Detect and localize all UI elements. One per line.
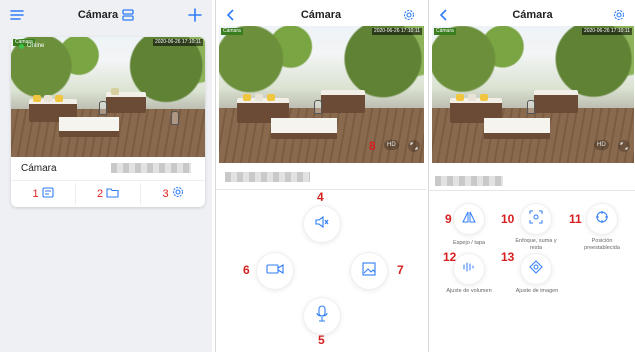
playback-icon (42, 185, 54, 203)
preset-position-label: Posición preestablecida (584, 238, 620, 251)
marker-7: 7 (397, 263, 404, 277)
menu-icon[interactable] (8, 6, 26, 24)
focus-icon (529, 210, 543, 229)
back-icon[interactable] (435, 6, 453, 24)
camera-card[interactable]: Cámara 2020-06-26 17:10:11 Online Cámara… (11, 37, 205, 207)
device-id-blurred (225, 172, 310, 182)
marker-8: 8 (369, 139, 376, 153)
focus-label: Enfoque, suma y resta (515, 238, 557, 251)
snapshot-icon (361, 261, 377, 282)
volume-adjust-icon (462, 260, 476, 278)
mirror-flip-icon (462, 210, 476, 228)
record-video-icon (266, 262, 284, 280)
camera-stamp: Cámara (434, 28, 456, 35)
hd-toggle[interactable]: HD (384, 140, 399, 150)
hd-toggle[interactable]: HD (594, 140, 609, 150)
marker-11: 11 (569, 212, 582, 226)
page-title: Cámara (300, 9, 342, 21)
preset-position-icon (595, 210, 609, 229)
controls-panel: Cámara Cámara 2020-06-26 17:10:11 HD 9 E… (428, 0, 635, 352)
camera-stamp: Cámara (221, 28, 243, 35)
page-title: Cámara (77, 9, 119, 21)
image-adjust-label: Ajuste de imagen (515, 288, 559, 294)
live-video[interactable]: Cámara 2020-06-26 17:10:11 8 HD (219, 26, 424, 163)
marker-10: 10 (501, 212, 515, 226)
marker-9: 9 (445, 212, 452, 226)
marker-13: 13 (501, 250, 515, 264)
snapshot-button[interactable] (351, 253, 387, 289)
mirror-flip-button[interactable] (454, 204, 484, 234)
volume-adjust-label: Ajuste de volumen (446, 288, 492, 294)
online-dot-icon (19, 43, 24, 49)
add-device-icon[interactable] (186, 6, 204, 24)
timestamp: 2020-06-26 17:10:11 (581, 28, 632, 35)
volume-adjust-button[interactable] (454, 254, 484, 284)
marker-6: 6 (243, 263, 250, 277)
gear-icon (172, 185, 184, 203)
fullscreen-icon[interactable] (408, 140, 420, 152)
talk-button[interactable] (304, 298, 340, 334)
mirror-flip-label: Espejo / tapa (452, 240, 486, 246)
image-adjust-button[interactable] (521, 254, 551, 284)
camera-list-panel: Cámara Cámara 2020-06-26 17:10:11 Online (0, 0, 212, 352)
device-id-blurred (111, 163, 191, 173)
settings-button[interactable]: 3 (141, 183, 205, 205)
status-badge: Online (19, 43, 44, 49)
mute-button[interactable] (304, 206, 340, 242)
timestamp: 2020-06-26 17:10:11 (152, 39, 203, 46)
microphone-icon (315, 304, 329, 328)
fullscreen-icon[interactable] (618, 140, 630, 152)
timestamp: 2020-06-26 17:10:11 (371, 28, 422, 35)
live-video[interactable]: Cámara 2020-06-26 17:10:11 HD (432, 26, 634, 163)
preset-position-button[interactable] (587, 204, 617, 234)
marker-4: 4 (317, 190, 324, 204)
focus-button[interactable] (521, 204, 551, 234)
card-actions: 1 2 3 (11, 183, 205, 205)
live-view-panel: Cámara Cámara 2020-06-26 17:10:11 8 HD 4… (215, 0, 426, 352)
camera-thumbnail[interactable]: Cámara 2020-06-26 17:10:11 (11, 37, 205, 157)
camera-name: Cámara (21, 163, 57, 174)
gear-icon[interactable] (610, 6, 628, 24)
files-button[interactable]: 2 (76, 183, 141, 205)
folder-icon (106, 185, 119, 203)
image-adjust-icon (529, 259, 543, 279)
list-header: Cámara (0, 0, 212, 30)
record-button[interactable] (257, 253, 293, 289)
page-title: Cámara (512, 9, 553, 21)
speaker-mute-icon (314, 214, 330, 235)
device-id-blurred (435, 176, 503, 186)
back-icon[interactable] (222, 6, 240, 24)
marker-5: 5 (318, 333, 325, 347)
gear-icon[interactable] (400, 6, 418, 24)
layout-toggle-icon[interactable] (122, 9, 134, 21)
playback-button[interactable]: 1 (11, 183, 76, 205)
